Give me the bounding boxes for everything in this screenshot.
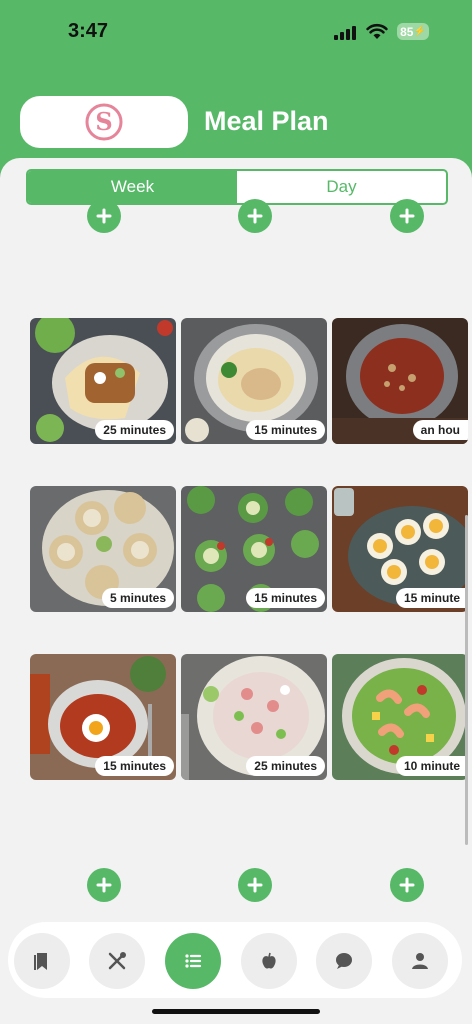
plus-icon: [247, 877, 263, 893]
tab-week[interactable]: Week: [28, 171, 237, 203]
meal-card[interactable]: 15 minutes: [181, 486, 327, 612]
list-icon: [185, 954, 202, 968]
signal-icon: [334, 26, 356, 40]
add-meal-button[interactable]: [390, 199, 424, 233]
utensils-icon: [108, 952, 126, 970]
charging-bolt-icon: ⚡: [413, 26, 426, 37]
battery-indicator: 85 ⚡: [397, 23, 429, 40]
tab-nutrition[interactable]: [241, 933, 297, 989]
meal-card[interactable]: 25 minutes: [181, 654, 327, 780]
meal-card[interactable]: 25 minutes: [30, 318, 176, 444]
logo-button[interactable]: S: [20, 96, 188, 148]
tab-chat[interactable]: [316, 933, 372, 989]
home-indicator: [152, 1009, 320, 1014]
add-meal-button[interactable]: [87, 199, 121, 233]
add-meal-button[interactable]: [238, 199, 272, 233]
tab-bar: [8, 922, 462, 998]
meal-card[interactable]: 5 minutes: [30, 486, 176, 612]
tab-day[interactable]: Day: [237, 171, 446, 203]
meal-time-badge: 15 minutes: [246, 588, 325, 608]
plus-icon: [96, 877, 112, 893]
tab-saved[interactable]: [14, 933, 70, 989]
chat-icon: [336, 953, 352, 969]
meal-time-badge: 15 minutes: [246, 420, 325, 440]
plus-icon: [247, 208, 263, 224]
meal-card[interactable]: 15 minutes: [30, 654, 176, 780]
tab-profile[interactable]: [392, 933, 448, 989]
meal-time-badge: 25 minutes: [246, 756, 325, 776]
plus-icon: [399, 877, 415, 893]
status-bar: 3:47 85 ⚡: [0, 0, 472, 60]
tab-meal-plan[interactable]: [165, 933, 221, 989]
svg-text:S: S: [95, 107, 112, 136]
view-segmented-control: Week Day: [26, 169, 448, 205]
tab-recipes[interactable]: [89, 933, 145, 989]
app-logo-icon: S: [85, 103, 123, 141]
meal-time-badge: 15 minute: [395, 588, 468, 608]
meal-time-badge: 25 minutes: [95, 420, 174, 440]
meal-time-badge: 10 minute: [395, 756, 468, 776]
person-icon: [412, 953, 428, 969]
apple-icon: [262, 952, 276, 969]
add-meal-button[interactable]: [390, 868, 424, 902]
meal-card[interactable]: an hou: [332, 318, 468, 444]
plus-icon: [96, 208, 112, 224]
meal-time-badge: 5 minutes: [101, 588, 174, 608]
plus-icon: [399, 208, 415, 224]
meal-time-badge: 15 minutes: [95, 756, 174, 776]
add-meal-button[interactable]: [238, 868, 272, 902]
meal-card[interactable]: 15 minute: [332, 486, 468, 612]
meal-card[interactable]: 10 minute: [332, 654, 468, 780]
bookmark-icon: [34, 953, 47, 970]
add-meal-button[interactable]: [87, 868, 121, 902]
meal-time-badge: an hou: [412, 420, 468, 440]
scrollbar[interactable]: [465, 515, 468, 845]
page-title: Meal Plan: [204, 106, 329, 136]
meal-card[interactable]: 15 minutes: [181, 318, 327, 444]
battery-level: 85: [400, 24, 414, 39]
status-time: 3:47: [68, 20, 109, 42]
wifi-icon: [366, 23, 388, 39]
